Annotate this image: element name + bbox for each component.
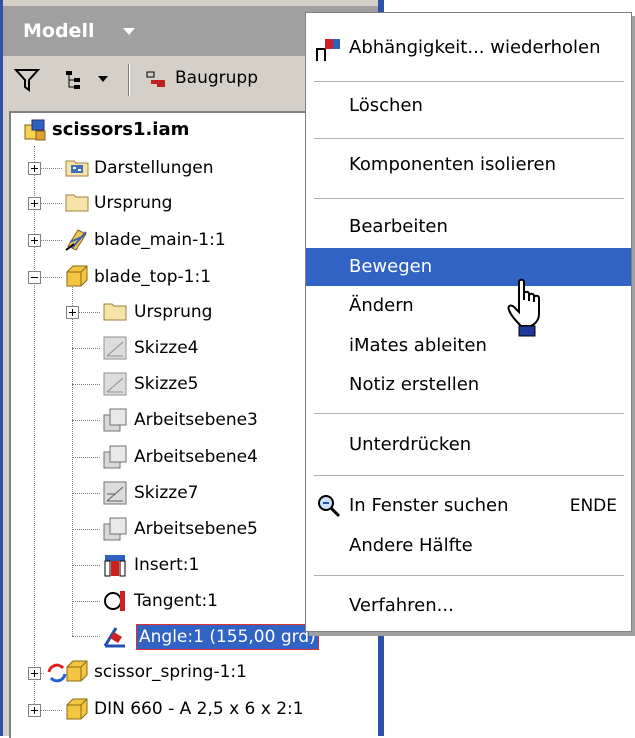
tree-node[interactable]: DIN 660 - A 2,5 x 6 x 2:1: [94, 693, 304, 725]
menu-item-create-note[interactable]: Notiz erstellen: [306, 366, 631, 404]
tree-line: [72, 601, 100, 602]
menu-item-label: In Fenster suchen: [349, 495, 509, 516]
tree-line: [72, 282, 73, 636]
tree-node[interactable]: Ursprung: [134, 296, 212, 328]
menu-item-label: Unterdrücken: [349, 434, 472, 455]
constraint-icon: [316, 39, 340, 61]
menu-separator: [314, 575, 624, 576]
menu-separator: [314, 81, 624, 82]
tangent-constraint-icon: [104, 591, 125, 611]
hand-cursor-icon: [507, 278, 540, 337]
tree-node[interactable]: Tangent:1: [134, 585, 218, 617]
menu-separator: [314, 475, 624, 476]
menu-item-delete[interactable]: Löschen: [306, 87, 631, 125]
menu-item-repeat-constraint[interactable]: Abhängigkeit... wiederholen: [306, 29, 631, 67]
tree-line: [72, 348, 100, 349]
tree-node[interactable]: scissor_spring-1:1: [94, 656, 247, 688]
menu-item-infer-imates[interactable]: iMates ableiten: [306, 327, 631, 365]
menu-item-find-in-window[interactable]: In Fenster suchen ENDE: [306, 487, 631, 525]
part-icon: [66, 660, 88, 682]
menu-separator: [314, 138, 624, 139]
work-plane-icon: [103, 445, 127, 469]
tree-node-label: Angle:1 (155,00 grd): [139, 627, 316, 647]
menu-item-shortcut: ENDE: [569, 496, 617, 516]
tree-line: [72, 529, 100, 530]
folder-icon: [103, 303, 127, 321]
expand-toggle[interactable]: [66, 306, 79, 319]
grounded-part-icon: [65, 229, 87, 251]
assembly-file-icon: [24, 119, 46, 141]
menu-item-label: Andere Hälfte: [349, 535, 473, 556]
tree-line: [34, 146, 35, 710]
sketch-icon: [103, 481, 127, 505]
tree-node[interactable]: blade_main-1:1: [94, 224, 226, 256]
tree-node[interactable]: Skizze4: [134, 332, 198, 364]
expand-toggle[interactable]: [28, 667, 41, 680]
tree-node[interactable]: blade_top-1:1: [94, 261, 211, 293]
insert-constraint-icon: [104, 555, 126, 577]
tree-line: [72, 384, 100, 385]
menu-item-edit[interactable]: Bearbeiten: [306, 208, 631, 246]
expand-toggle[interactable]: [28, 704, 41, 717]
magnifier-icon: [318, 495, 341, 518]
menu-separator: [314, 198, 624, 199]
menu-item-label: Löschen: [349, 95, 423, 116]
sketch-icon: [103, 372, 127, 396]
menu-separator: [314, 413, 624, 414]
menu-item-label: iMates ableiten: [349, 335, 487, 356]
tree-root[interactable]: scissors1.iam: [52, 114, 189, 146]
menu-item-other-half[interactable]: Andere Hälfte: [306, 527, 631, 565]
tree-line: [72, 565, 100, 566]
tree-node[interactable]: Arbeitsebene5: [134, 513, 258, 545]
expand-toggle[interactable]: [28, 234, 41, 247]
context-menu: Abhängigkeit... wiederholen Löschen Komp…: [305, 12, 632, 632]
tree-node[interactable]: Ursprung: [94, 187, 172, 219]
part-icon: [66, 698, 88, 720]
representations-icon: [65, 160, 89, 177]
tree-line: [72, 636, 100, 637]
work-plane-icon: [103, 517, 127, 541]
collapse-toggle[interactable]: [28, 271, 41, 284]
tree-line: [72, 457, 100, 458]
menu-item-label: Notiz erstellen: [349, 374, 480, 395]
menu-item-label: Komponenten isolieren: [349, 154, 556, 175]
tree-node-selected[interactable]: Angle:1 (155,00 grd): [136, 624, 319, 650]
menu-item-suppress[interactable]: Unterdrücken: [306, 426, 631, 464]
menu-item-label: Abhängigkeit... wiederholen: [349, 37, 601, 58]
tree-node[interactable]: Skizze5: [134, 368, 198, 400]
tree-line: [72, 493, 100, 494]
folder-icon: [65, 194, 89, 212]
menu-item-label: Ändern: [349, 295, 414, 316]
expand-toggle[interactable]: [28, 197, 41, 210]
tree-node[interactable]: Arbeitsebene3: [134, 404, 258, 436]
menu-item-label: Bewegen: [349, 256, 433, 277]
angle-constraint-icon: [103, 627, 125, 648]
work-plane-icon: [103, 408, 127, 432]
tree-node[interactable]: Darstellungen: [94, 152, 214, 184]
menu-item-move[interactable]: Bewegen: [306, 248, 631, 286]
sketch-icon: [103, 336, 127, 360]
menu-item-isolate[interactable]: Komponenten isolieren: [306, 146, 631, 184]
part-icon: [66, 265, 88, 287]
expand-toggle[interactable]: [28, 162, 41, 175]
menu-item-label: Verfahren...: [349, 595, 454, 616]
tree-node[interactable]: Arbeitsebene4: [134, 441, 258, 473]
tree-line: [72, 420, 100, 421]
menu-item-drive[interactable]: Verfahren...: [306, 587, 631, 625]
menu-item-modify[interactable]: Ändern: [306, 287, 631, 325]
tree-node[interactable]: Skizze7: [134, 477, 198, 509]
menu-item-label: Bearbeiten: [349, 216, 448, 237]
tree-node[interactable]: Insert:1: [134, 549, 199, 581]
